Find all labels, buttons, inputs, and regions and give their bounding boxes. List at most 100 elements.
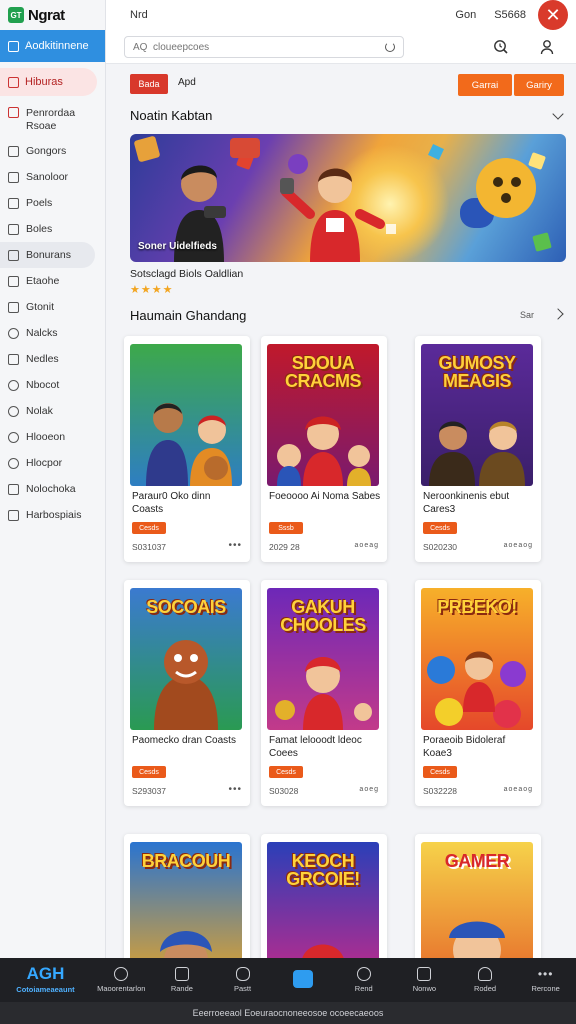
- game-card[interactable]: PRBEKO! Poraeoib Bidoleraf Koae3 Cesds S…: [415, 580, 541, 806]
- nav-item-active[interactable]: [273, 958, 334, 1002]
- sidebar-item-label: Aodkitinnene: [25, 40, 89, 52]
- filter-chip[interactable]: Bada: [130, 74, 168, 94]
- more-options-icon[interactable]: •••: [228, 784, 242, 795]
- sidebar-item[interactable]: Hlocpor: [0, 450, 105, 476]
- search-bar[interactable]: [124, 36, 404, 58]
- game-meta: S03028: [269, 786, 299, 796]
- game-card[interactable]: GAMER: [415, 834, 541, 958]
- game-card[interactable]: SOCOAIS Paomecko dran Coasts Cesds S2930…: [124, 580, 250, 806]
- game-art-title: GUMOSY MEAGIS: [438, 353, 516, 391]
- chevron-down-icon[interactable]: [552, 108, 564, 120]
- game-art: SDOUA CRACMS: [267, 344, 379, 486]
- featured-banner[interactable]: Soner Uidelfieds: [130, 134, 566, 262]
- nav-item[interactable]: Nonwo: [394, 958, 455, 1002]
- game-meta: S031037: [132, 542, 167, 552]
- sidebar-item[interactable]: Bonurans: [0, 242, 95, 268]
- featured-heading: Noatin Kabtan: [130, 108, 213, 123]
- sidebar-item-label: Penrordaa Rsoae: [26, 107, 76, 132]
- banner-caption: Soner Uidelfieds: [138, 241, 217, 252]
- nav-home[interactable]: AGH Cotoiameaeaunt: [0, 958, 91, 1002]
- bookmark-icon: [8, 275, 19, 287]
- game-title: Paomecko dran Coasts: [132, 735, 236, 746]
- sidebar-item-label: Nalcks: [26, 327, 58, 339]
- nav-logo: AGH: [26, 964, 65, 983]
- window-title: Nrd: [130, 9, 148, 21]
- title-right-b[interactable]: S5668: [494, 9, 526, 21]
- chat-icon: [235, 967, 250, 981]
- sidebar-item[interactable]: Nolochoka: [0, 476, 105, 502]
- sidebar-item[interactable]: Etaohe: [0, 268, 105, 294]
- game-character: [146, 403, 232, 486]
- game-card[interactable]: BRACOUH: [124, 834, 250, 958]
- location-icon: [8, 405, 19, 417]
- library-icon: [8, 76, 19, 88]
- filter-label[interactable]: Apd: [178, 77, 196, 88]
- sidebar-item[interactable]: Harbospiais: [0, 502, 105, 528]
- app-window: GT Ngrat Aodkitinnene Hiburas Penrordaa …: [0, 0, 576, 1024]
- game-card[interactable]: KEOCH GRCOIE!: [261, 834, 387, 958]
- game-card[interactable]: Paraur0 Oko dinn Coasts Cesds S031037 ••…: [124, 336, 250, 562]
- game-character: [154, 640, 218, 730]
- nav-item[interactable]: Maoorentarlon: [91, 958, 152, 1002]
- close-button[interactable]: ✕: [538, 0, 568, 30]
- card-icon: [8, 223, 19, 235]
- note-icon: [8, 353, 19, 365]
- nav-item[interactable]: Pastt: [212, 958, 273, 1002]
- game-card[interactable]: GAKUH CHOOLES Famat lelooodt ldeoc Coees…: [261, 580, 387, 806]
- sidebar-item[interactable]: Gtonit: [0, 294, 105, 320]
- action-button-1[interactable]: Garrai: [458, 74, 512, 96]
- nav-item[interactable]: Roded: [455, 958, 516, 1002]
- sidebar-item[interactable]: Sanoloor: [0, 164, 105, 190]
- sidebar-item[interactable]: Penrordaa Rsoae: [0, 104, 105, 138]
- game-title: Paraur0 Oko dinn Coasts: [132, 491, 211, 515]
- sidebar-item[interactable]: Nalcks: [0, 320, 105, 346]
- game-meta-right: aoeag: [354, 542, 379, 549]
- sidebar-item-active[interactable]: Aodkitinnene: [0, 30, 105, 62]
- title-right-a[interactable]: Gon: [455, 9, 476, 21]
- sidebar-item-label: Hlocpor: [26, 457, 63, 469]
- category-badge: Cesds: [132, 766, 166, 778]
- library-icon: [293, 969, 314, 988]
- nav-item[interactable]: Rend: [333, 958, 394, 1002]
- nav-item[interactable]: Rande: [152, 958, 213, 1002]
- sidebar-item[interactable]: Hlooeon: [0, 424, 105, 450]
- sidebar-item-label: Nolak: [26, 405, 53, 417]
- see-all-link[interactable]: Sar: [520, 310, 534, 320]
- game-art-title: BRACOUH: [141, 851, 231, 871]
- sidebar-item-selected[interactable]: Hiburas: [0, 68, 97, 96]
- close-icon: ✕: [545, 4, 561, 25]
- folder-icon: [8, 107, 19, 118]
- action-button-2[interactable]: Gariry: [514, 74, 564, 96]
- game-meta: 2029 28: [269, 542, 300, 552]
- category-badge: Cesds: [423, 766, 457, 778]
- sidebar-item[interactable]: Nedles: [0, 346, 105, 372]
- sidebar-item[interactable]: Nbocot: [0, 372, 105, 398]
- nav-label: Cotoiameaeaunt: [16, 985, 75, 994]
- game-meta: S293037: [132, 786, 167, 796]
- game-character: [449, 921, 505, 958]
- user-icon[interactable]: [538, 38, 556, 56]
- sidebar-item[interactable]: Gongors: [0, 138, 105, 164]
- featured-title[interactable]: Sotsclagd Biols Oaldlian: [130, 268, 243, 280]
- game-card[interactable]: GUMOSY MEAGIS Neroonkinenis ebut Cares3 …: [415, 336, 541, 562]
- game-art-title: SOCOAIS: [146, 597, 226, 617]
- app-logo[interactable]: GT Ngrat: [0, 0, 105, 30]
- bottom-nav: AGH Cotoiameaeaunt Maoorentarlon Rande P…: [0, 958, 576, 1002]
- more-options-icon[interactable]: •••: [228, 540, 242, 551]
- chevron-right-icon[interactable]: [552, 308, 564, 320]
- game-card[interactable]: SDOUA CRACMS Foeoooo Ai Noma Sabes Sssb …: [261, 336, 387, 562]
- game-art: SOCOAIS: [130, 588, 242, 730]
- user-icon: [8, 379, 19, 391]
- sidebar-item-label: Nbocot: [26, 379, 60, 391]
- sidebar-item[interactable]: Poels: [0, 190, 105, 216]
- sidebar-item[interactable]: Nolak: [0, 398, 105, 424]
- sidebar-item[interactable]: Boles: [0, 216, 105, 242]
- search-input[interactable]: [133, 41, 379, 53]
- nav-item[interactable]: ••• Rercone: [515, 958, 576, 1002]
- refresh-icon[interactable]: [385, 42, 395, 52]
- sidebar-item-label: Etaohe: [26, 275, 60, 287]
- game-art: GAMER: [421, 842, 533, 958]
- game-art: PRBEKO!: [421, 588, 533, 730]
- search-clock-icon[interactable]: [492, 38, 510, 56]
- game-character: [427, 651, 526, 728]
